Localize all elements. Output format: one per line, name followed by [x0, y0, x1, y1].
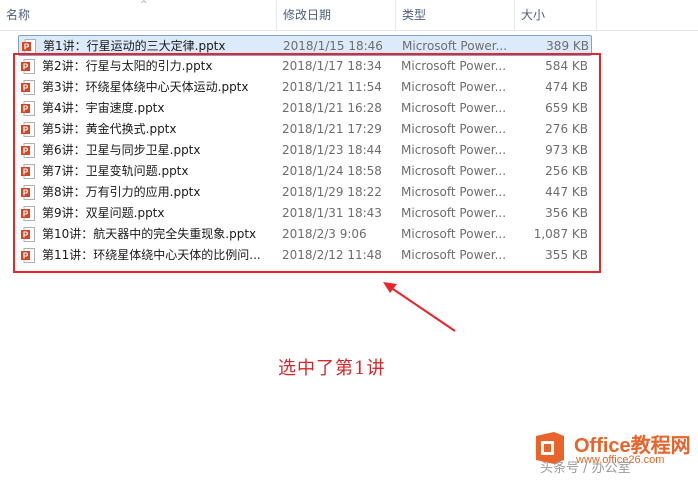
watermark-text: 头条号 / 办公室 [540, 461, 631, 476]
annotation-text: 选中了第1讲 [278, 358, 386, 379]
annotation-arrow-icon [383, 282, 456, 332]
